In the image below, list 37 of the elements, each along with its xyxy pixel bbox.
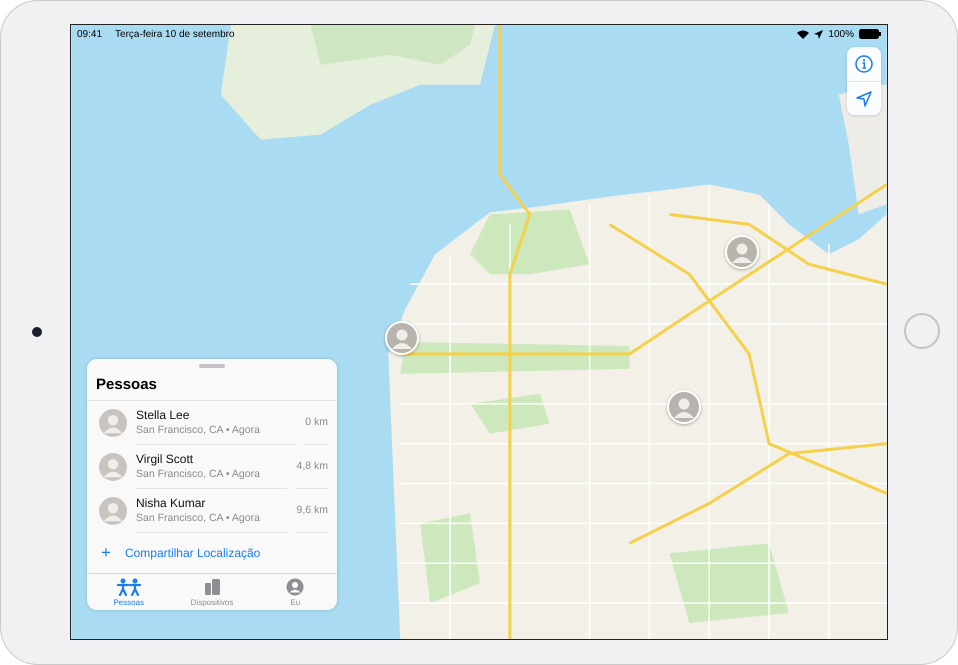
person-distance: 4,8 km [296,444,328,489]
share-location-button[interactable]: + Compartilhar Localização [87,532,337,574]
person-name: Stella Lee [136,408,190,422]
tab[interactable]: Eu [254,574,337,610]
person-location: San Francisco, CA • Agora [136,512,261,524]
person-location: San Francisco, CA • Agora [136,468,261,480]
person-row[interactable]: Virgil Scott San Francisco, CA • Agora 4,8 km [87,444,337,489]
status-time: 09:41 [77,28,102,40]
person-location: San Francisco, CA • Agora [136,424,261,436]
avatar-icon [99,452,127,481]
panel-title: Pessoas [87,368,337,401]
tab[interactable]: Pessoas [87,574,170,610]
person-name: Virgil Scott [136,452,194,466]
person-circle-icon [286,578,304,596]
person-row[interactable]: Stella Lee San Francisco, CA • Agora 0 km [87,400,337,445]
drag-handle[interactable] [199,364,225,368]
people-icon [116,578,142,596]
tab[interactable]: Dispositivos [170,574,254,610]
camera-icon [32,327,42,337]
avatar-pin-icon[interactable] [725,235,759,269]
battery-icon [859,29,881,39]
avatar-pin-icon[interactable] [385,321,419,355]
location-arrow-icon [814,30,824,38]
avatar-pin-icon[interactable] [667,390,701,424]
avatar-icon [99,496,127,525]
devices-icon [202,578,221,596]
person-distance: 9,6 km [296,488,328,533]
person-distance: 0 km [305,400,328,445]
home-button[interactable] [904,313,940,349]
battery-percentage: 100% [828,28,854,40]
status-date: Terça-feira 10 de setembro [115,28,235,40]
wifi-icon [797,30,810,38]
avatar-icon [99,408,127,437]
location-arrow-icon [855,90,873,108]
info-icon [855,55,873,73]
person-row[interactable]: Nisha Kumar San Francisco, CA • Agora 9,6 km [87,488,337,533]
person-name: Nisha Kumar [136,496,206,510]
